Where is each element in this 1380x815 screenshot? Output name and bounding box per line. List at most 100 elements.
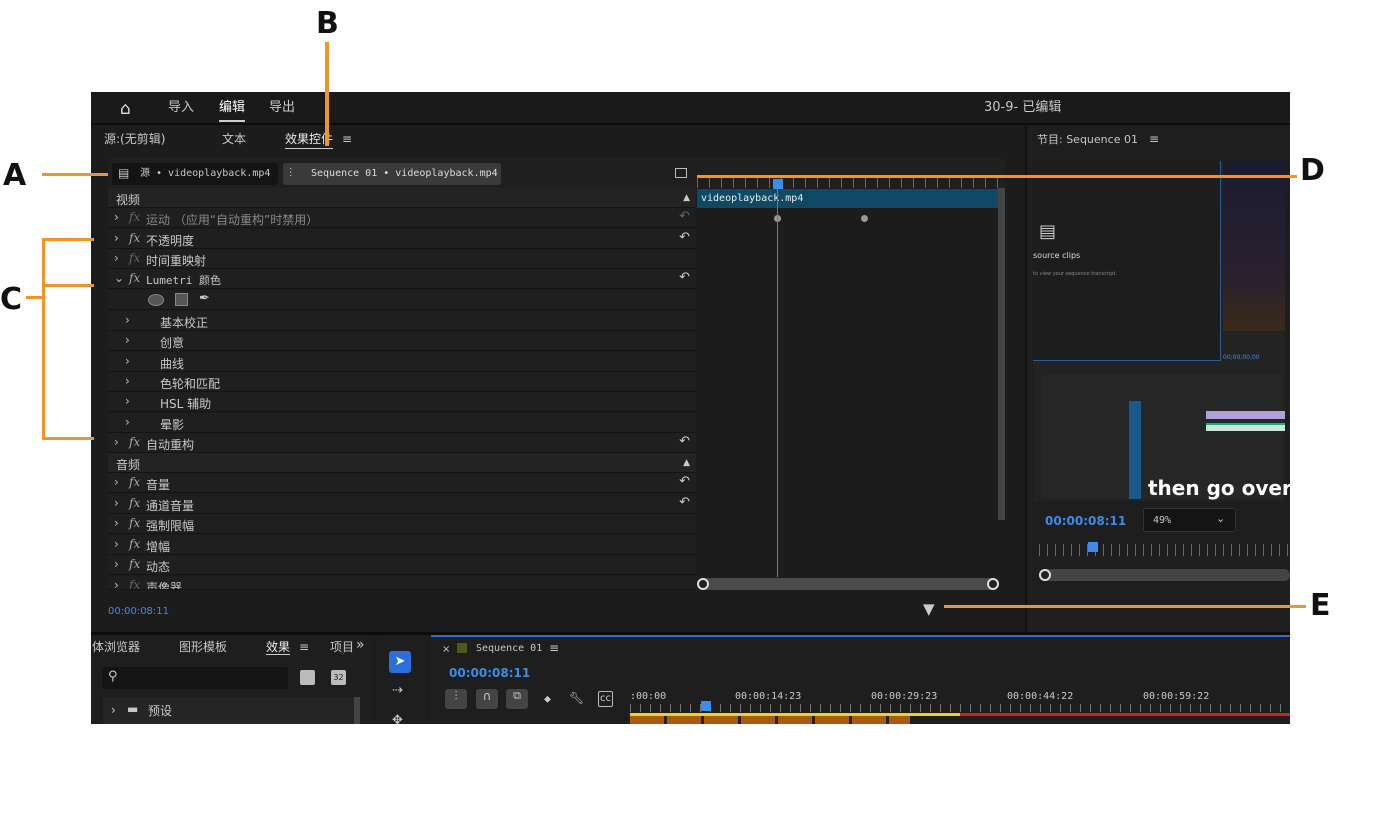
effects-scrollbar[interactable] — [354, 697, 360, 724]
toggle-timeline-icon[interactable] — [675, 168, 687, 178]
effect-row-gain[interactable]: › fx 增幅 — [108, 535, 696, 555]
chevron-right-icon: › — [114, 496, 119, 510]
effect-row-lumetri[interactable]: ⌄ fx Lumetri 颜色 ↶ — [108, 269, 696, 289]
effect-row-motion[interactable]: › fx 运动 （应用“自动重构”时禁用） ↶ — [108, 208, 696, 228]
zoom-handle-left — [697, 578, 709, 590]
tab-media-browser[interactable]: 体浏览器 — [92, 640, 140, 654]
program-timecode[interactable]: 00:00:08:11 — [1045, 514, 1126, 528]
reset-icon[interactable]: ↶ — [679, 434, 690, 449]
reset-icon[interactable]: ↶ — [679, 270, 690, 285]
selection-tool-icon[interactable]: ➤ — [389, 651, 411, 673]
source-clip-tab[interactable]: ▤ 源 • videoplayback.mp4 — [112, 163, 278, 185]
chevron-right-icon: › — [114, 475, 119, 489]
timeline-title: Sequence 01 — [476, 643, 543, 654]
effect-row-dynamics[interactable]: › fx 动态 — [108, 555, 696, 575]
pen-mask-icon[interactable]: ✒ — [199, 291, 210, 306]
tab-edit[interactable]: 编辑 — [219, 101, 246, 122]
folder-icon: ▬ — [127, 702, 139, 716]
effect-row-volume[interactable]: › fx 音量 ↶ — [108, 473, 696, 493]
timeline-menu-icon[interactable]: ≡ — [549, 641, 559, 655]
lumetri-color-wheels[interactable]: › 色轮和匹配 — [108, 372, 696, 392]
tab-graphics-templates[interactable]: 图形模板 — [179, 640, 227, 654]
effects-search-input[interactable]: ⚲ — [102, 667, 288, 689]
effect-row-autoreframe[interactable]: › fx 自动重构 ↶ — [108, 433, 696, 453]
keyframe[interactable] — [861, 215, 868, 222]
effect-row-opacity[interactable]: › fx 不透明度 ↶ — [108, 229, 696, 249]
tab-project[interactable]: 项目 — [330, 640, 354, 654]
fx-icon: fx — [129, 557, 141, 571]
annotation-label-b: B — [316, 6, 339, 41]
tab-effects[interactable]: 效果 — [266, 640, 291, 655]
tab-text[interactable]: 文本 — [222, 132, 246, 146]
reset-icon: ↶ — [679, 209, 690, 224]
presets-item[interactable]: › ▬ 预设 — [103, 697, 355, 724]
sequence-clip-tab[interactable]: ⫶ Sequence 01 • videoplayback.mp4 — [283, 163, 501, 185]
32bit-effects-icon[interactable]: 32 — [331, 670, 346, 685]
effect-row-hard-limiter[interactable]: › fx 强制限幅 — [108, 514, 696, 534]
ec-zoom-scrollbar[interactable] — [697, 578, 999, 590]
timeline-ruler[interactable]: :00:00 00:00:14:23 00:00:29:23 00:00:44:… — [630, 687, 1290, 724]
fx-icon: fx — [129, 475, 141, 489]
ec-vertical-scrollbar[interactable] — [998, 188, 1005, 520]
effects-menu-icon[interactable]: ≡ — [299, 640, 309, 654]
program-playhead[interactable] — [1088, 542, 1098, 552]
clip-name: videoplayback.mp4 — [701, 193, 804, 204]
annotation-bracket-c-stem — [26, 296, 42, 299]
timeline-playhead[interactable] — [701, 701, 711, 711]
program-ruler[interactable] — [1039, 544, 1290, 556]
reset-icon[interactable]: ↶ — [679, 495, 690, 510]
more-tabs-icon[interactable]: » — [356, 638, 365, 652]
effect-row-panner[interactable]: › fx 声像器 — [108, 576, 696, 590]
fx-icon: fx — [129, 435, 141, 449]
sequence-color-icon — [457, 643, 467, 653]
clip-bar[interactable]: videoplayback.mp4 — [697, 189, 999, 208]
playhead-handle[interactable] — [773, 179, 783, 189]
zoom-select[interactable]: 49% ⌄ — [1143, 508, 1236, 532]
zoom-handle-left — [1039, 569, 1051, 581]
ellipse-mask-icon[interactable] — [148, 294, 164, 306]
close-icon[interactable]: × — [442, 643, 450, 657]
snap-icon[interactable]: ∩ — [476, 689, 498, 709]
panel-menu-icon[interactable]: ≡ — [342, 132, 352, 146]
accelerated-effects-icon[interactable] — [300, 670, 315, 685]
effect-row-channel-volume[interactable]: › fx 通道音量 ↶ — [108, 494, 696, 514]
program-zoom-bar[interactable] — [1039, 569, 1290, 581]
track-select-tool-icon[interactable]: ⇢ — [392, 683, 403, 698]
ec-timecode[interactable]: 00:00:08:11 — [108, 605, 169, 619]
timeline-panel: × Sequence 01 ≡ 00:00:08:11 ⫶ ∩ ⧉ ⬥ 🔧︎ c… — [431, 635, 1290, 724]
ec-time-ruler[interactable] — [697, 178, 999, 188]
annotation-bracket-c-branch — [42, 437, 94, 440]
transcript-icon: ▤ — [1039, 221, 1057, 242]
mask-tools: ✒ — [108, 290, 696, 310]
ripple-edit-tool-icon[interactable]: ✥ — [392, 713, 403, 724]
lumetri-curves[interactable]: › 曲线 — [108, 352, 696, 372]
home-icon[interactable]: ⌂ — [120, 99, 131, 119]
lumetri-vignette[interactable]: › 晕影 — [108, 413, 696, 433]
tick-label: 00:00:44:22 — [1007, 691, 1074, 702]
tab-export[interactable]: 导出 — [269, 101, 295, 115]
reset-icon[interactable]: ↶ — [679, 230, 690, 245]
annotation-label-a: A — [3, 158, 27, 193]
lumetri-creative[interactable]: › 创意 — [108, 331, 696, 351]
lumetri-hsl[interactable]: › HSL 辅助 — [108, 392, 696, 412]
lumetri-basic[interactable]: › 基本校正 — [108, 311, 696, 331]
project-title: 30-9- 已编辑 — [984, 100, 1062, 115]
rectangle-mask-icon[interactable] — [175, 293, 188, 306]
linked-selection-icon[interactable]: ⧉ — [506, 689, 528, 709]
wrench-icon[interactable]: 🔧︎ — [569, 691, 584, 705]
program-menu-icon[interactable]: ≡ — [1149, 132, 1159, 146]
premiere-window: ⌂ 导入 编辑 导出 30-9- 已编辑 源:(无剪辑) 文本 效果控件 ≡ ▤… — [91, 92, 1290, 724]
nest-toggle-icon[interactable]: ⫶ — [445, 689, 467, 709]
tab-import[interactable]: 导入 — [168, 101, 194, 115]
annotation-line-e — [944, 605, 1306, 608]
effect-row-time-remap[interactable]: › fx 时间重映射 — [108, 249, 696, 269]
marker-icon[interactable]: ⬥ — [544, 693, 551, 707]
program-title: 节目: Sequence 01 — [1037, 133, 1138, 146]
reset-icon[interactable]: ↶ — [679, 474, 690, 489]
timeline-timecode[interactable]: 00:00:08:11 — [449, 666, 530, 680]
chevron-right-icon: › — [114, 231, 119, 245]
chevron-right-icon: › — [114, 537, 119, 551]
tab-source[interactable]: 源:(无剪辑) — [104, 132, 165, 146]
captions-icon[interactable]: cc — [598, 691, 613, 707]
filter-icon[interactable]: ▼ — [923, 600, 935, 618]
